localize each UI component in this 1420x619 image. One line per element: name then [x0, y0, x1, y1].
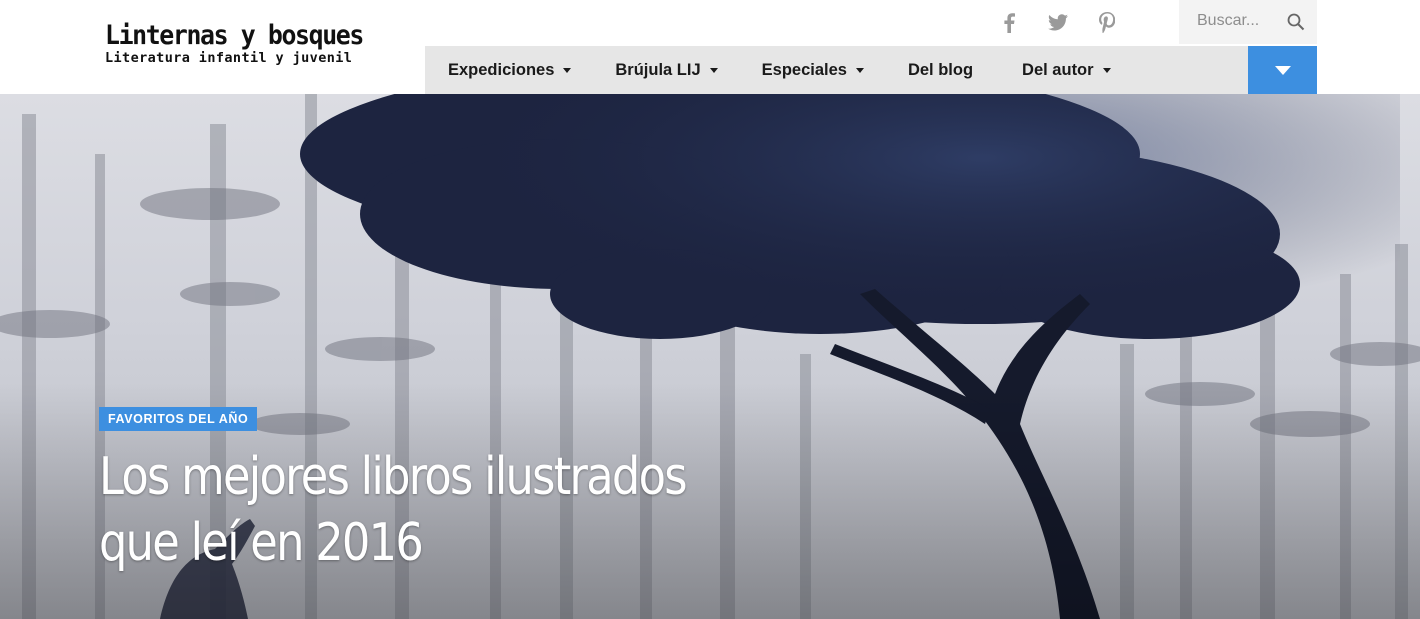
category-badge[interactable]: FAVORITOS DEL AÑO	[99, 407, 258, 431]
nav-item-brujula-lij[interactable]: Brújula LIJ	[615, 46, 718, 94]
nav-item-del-blog[interactable]: Del blog	[908, 46, 973, 94]
pinterest-icon[interactable]	[1093, 9, 1120, 36]
hero-title-line-2: que leí en 2016	[99, 513, 424, 573]
social-links	[995, 9, 1120, 36]
nav-item-expediciones[interactable]: Expediciones	[448, 46, 572, 94]
caret-down-icon	[563, 67, 572, 73]
main-nav: Expediciones Brújula LIJ Especiales Del …	[425, 46, 1248, 94]
search-icon[interactable]	[1287, 13, 1305, 31]
facebook-icon[interactable]	[995, 9, 1022, 36]
nav-item-especiales[interactable]: Especiales	[762, 46, 864, 94]
caret-down-icon	[709, 67, 718, 73]
search-input[interactable]	[1197, 12, 1292, 30]
hero-title[interactable]: Los mejores libros ilustrados que leí en…	[99, 444, 701, 576]
search-box	[1179, 0, 1317, 44]
nav-more-button[interactable]	[1248, 46, 1317, 94]
nav-item-del-autor[interactable]: Del autor	[1022, 46, 1111, 94]
caret-down-icon	[855, 67, 864, 73]
hero-banner[interactable]: FAVORITOS DEL AÑO Los mejores libros ilu…	[0, 94, 1420, 619]
twitter-icon[interactable]	[1044, 9, 1071, 36]
chevron-down-icon	[1274, 65, 1291, 75]
site-title[interactable]: Linternas y bosques	[105, 18, 364, 54]
site-logo[interactable]: Linternas y bosques Literatura infantil …	[105, 18, 385, 66]
site-header: Linternas y bosques Literatura infantil …	[0, 0, 1420, 94]
caret-down-icon	[1102, 67, 1111, 73]
hero-title-line-1: Los mejores libros ilustrados	[99, 447, 688, 507]
